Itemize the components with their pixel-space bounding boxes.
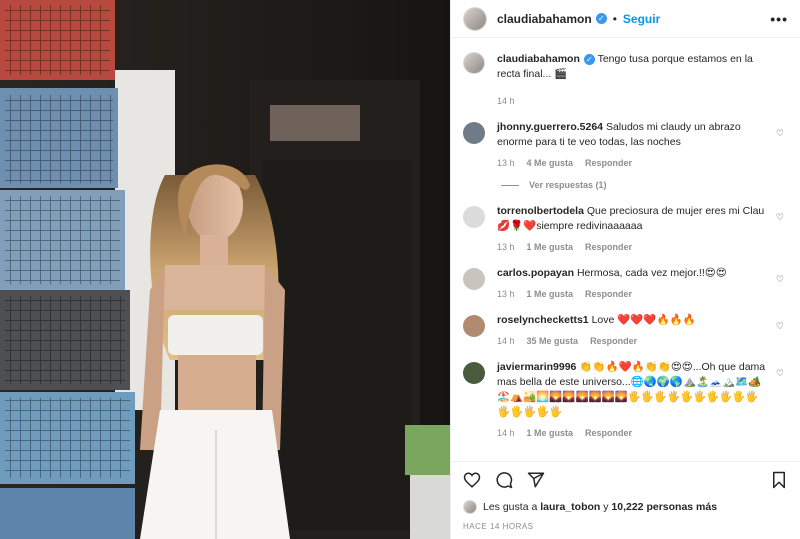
like-comment-heart-icon[interactable]: ♡ — [776, 368, 784, 379]
likes-user[interactable]: laura_tobon — [540, 501, 600, 513]
reply-button[interactable]: Responder — [585, 289, 632, 299]
comment-time[interactable]: 13 h — [497, 289, 515, 299]
comment-username[interactable]: carlos.popayan — [497, 267, 574, 279]
verified-icon: ✓ — [583, 53, 595, 65]
view-replies-button[interactable]: Ver respuestas (1) — [501, 180, 788, 190]
like-comment-heart-icon[interactable]: ♡ — [776, 321, 784, 332]
post-actions: Les gusta a laura_tobon y 10,222 persona… — [451, 461, 800, 539]
comment-likes[interactable]: 1 Me gusta — [527, 242, 574, 252]
replies-line — [501, 184, 519, 186]
comment-icon[interactable] — [495, 471, 513, 489]
avatar[interactable] — [463, 268, 485, 290]
follow-button[interactable]: Seguir — [623, 12, 660, 26]
reply-button[interactable]: Responder — [585, 242, 632, 252]
like-comment-heart-icon[interactable]: ♡ — [776, 212, 784, 223]
list-item: jhonny.guerrero.5264 Saludos mi claudy u… — [463, 120, 788, 168]
caption-time[interactable]: 14 h — [497, 96, 515, 106]
like-comment-heart-icon[interactable]: ♡ — [776, 128, 784, 139]
post-header: claudiabahamon ✓ • Seguir ••• — [451, 0, 800, 38]
avatar[interactable] — [463, 52, 485, 74]
comment-time[interactable]: 13 h — [497, 242, 515, 252]
post-photo-image — [0, 0, 450, 539]
comment-text: Hermosa, cada vez mejor.!!😍😍 — [576, 267, 727, 279]
avatar[interactable] — [463, 122, 485, 144]
likes-conj: y — [603, 501, 609, 513]
reply-button[interactable]: Responder — [585, 428, 632, 438]
comment-likes[interactable]: 4 Me gusta — [527, 158, 574, 168]
bookmark-icon[interactable] — [770, 471, 788, 489]
separator-dot: • — [612, 11, 617, 26]
likes-prefix: Les gusta a — [483, 501, 538, 513]
comment-likes[interactable]: 1 Me gusta — [527, 428, 574, 438]
caption: claudiabahamon ✓ Tengo tusa porque estamo… — [463, 52, 788, 106]
list-item: javiermarin9996 👏👏🔥❤️🔥👏👏😍😍...Oh que dama… — [463, 360, 788, 438]
comment-likes[interactable]: 35 Me gusta — [527, 336, 579, 346]
comment-time[interactable]: 14 h — [497, 336, 515, 346]
posted-time[interactable]: HACE 14 HORAS — [463, 522, 788, 531]
avatar[interactable] — [463, 500, 477, 514]
view-replies-label: Ver respuestas (1) — [529, 180, 607, 190]
comment-username[interactable]: torrenolbertodela — [497, 205, 584, 217]
reply-button[interactable]: Responder — [590, 336, 637, 346]
list-item: carlos.popayan Hermosa, cada vez mejor.!… — [463, 266, 788, 299]
avatar[interactable] — [463, 315, 485, 337]
caption-username[interactable]: claudiabahamon — [497, 53, 580, 65]
comment-username[interactable]: roselynchecketts1 — [497, 314, 589, 326]
reply-button[interactable]: Responder — [585, 158, 632, 168]
post-sidebar: claudiabahamon ✓ • Seguir ••• claudiabah… — [450, 0, 800, 539]
more-options-icon[interactable]: ••• — [770, 11, 788, 27]
comment-likes[interactable]: 1 Me gusta — [527, 289, 574, 299]
post-modal: claudiabahamon ✓ • Seguir ••• claudiabah… — [0, 0, 800, 539]
comment-time[interactable]: 14 h — [497, 428, 515, 438]
comment-text: Love ❤️❤️❤️🔥🔥🔥 — [591, 314, 696, 326]
verified-icon: ✓ — [595, 13, 607, 24]
post-photo[interactable] — [0, 0, 450, 539]
list-item: torrenolbertodela Que preciosura de muje… — [463, 204, 788, 252]
heart-icon[interactable] — [463, 471, 481, 489]
avatar[interactable] — [463, 362, 485, 384]
header-username[interactable]: claudiabahamon — [497, 12, 592, 26]
comments-list[interactable]: claudiabahamon ✓ Tengo tusa porque estamo… — [451, 38, 800, 461]
avatar[interactable] — [463, 206, 485, 228]
share-icon[interactable] — [527, 471, 545, 489]
likes-others[interactable]: 10,222 personas más — [611, 501, 717, 513]
comment-username[interactable]: jhonny.guerrero.5264 — [497, 121, 603, 133]
action-icons — [463, 462, 788, 498]
like-comment-heart-icon[interactable]: ♡ — [776, 274, 784, 285]
avatar[interactable] — [463, 6, 487, 31]
comment-username[interactable]: javiermarin9996 — [497, 361, 576, 373]
comment-time[interactable]: 13 h — [497, 158, 515, 168]
list-item: roselynchecketts1 Love ❤️❤️❤️🔥🔥🔥 14 h 35… — [463, 313, 788, 346]
likes-summary: Les gusta a laura_tobon y 10,222 persona… — [463, 498, 788, 516]
